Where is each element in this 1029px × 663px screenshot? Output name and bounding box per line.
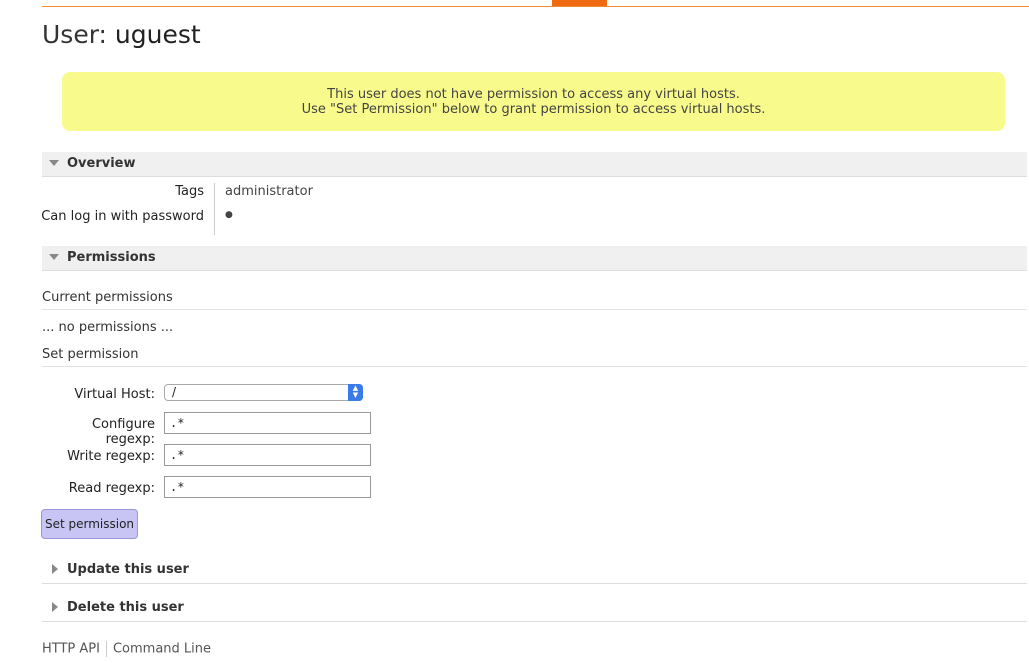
login-password-bullet: ● [225, 210, 233, 220]
read-regexp-input[interactable] [164, 476, 371, 498]
update-user-section-header[interactable]: Update this user [42, 557, 1027, 584]
collapse-arrow-icon [49, 254, 59, 260]
page-title-username: uguest [114, 20, 201, 49]
read-regexp-label: Read regexp: [68, 481, 155, 496]
virtual-host-label: Virtual Host: [74, 387, 155, 402]
command-line-link[interactable]: Command Line [113, 642, 211, 657]
collapse-arrow-icon [49, 160, 59, 166]
footer-divider [105, 641, 107, 657]
warning-line-1: This user does not have permission to ac… [327, 87, 740, 102]
page-title-prefix: User: [42, 20, 107, 49]
virtual-host-select[interactable]: / ▲ ▼ [164, 384, 363, 401]
overview-divider [214, 183, 215, 235]
page-title: User: uguest [42, 20, 201, 49]
no-permission-warning: This user does not have permission to ac… [62, 72, 1005, 131]
permissions-title: Permissions [67, 250, 156, 265]
delete-user-title: Delete this user [67, 600, 184, 615]
current-permissions-heading: Current permissions [42, 288, 1027, 310]
configure-regexp-label: Configure regexp: [91, 417, 155, 447]
set-permission-heading: Set permission [42, 345, 1027, 367]
permissions-section-header[interactable]: Permissions [42, 246, 1027, 271]
write-regexp-label: Write regexp: [67, 449, 155, 464]
write-regexp-input[interactable] [164, 444, 371, 466]
no-permissions-text: ... no permissions ... [42, 320, 174, 335]
configure-regexp-input[interactable] [164, 412, 371, 434]
footer: HTTP API Command Line [42, 641, 211, 657]
overview-section-header[interactable]: Overview [42, 152, 1027, 177]
update-user-title: Update this user [67, 562, 189, 577]
delete-user-section-header[interactable]: Delete this user [42, 595, 1027, 622]
overview-title: Overview [67, 156, 136, 171]
tags-value: administrator [225, 184, 313, 199]
login-password-label: Can log in with password [41, 209, 204, 224]
http-api-link[interactable]: HTTP API [42, 642, 100, 657]
select-updown-icon: ▲ ▼ [348, 384, 363, 401]
tags-label: Tags [175, 184, 204, 199]
top-nav-line [42, 6, 1029, 7]
expand-arrow-icon [52, 564, 58, 574]
virtual-host-selected: / [172, 385, 177, 399]
warning-line-2: Use "Set Permission" below to grant perm… [301, 102, 766, 117]
active-tab-indicator [552, 0, 607, 6]
expand-arrow-icon [52, 602, 58, 612]
set-permission-button[interactable]: Set permission [41, 509, 138, 539]
